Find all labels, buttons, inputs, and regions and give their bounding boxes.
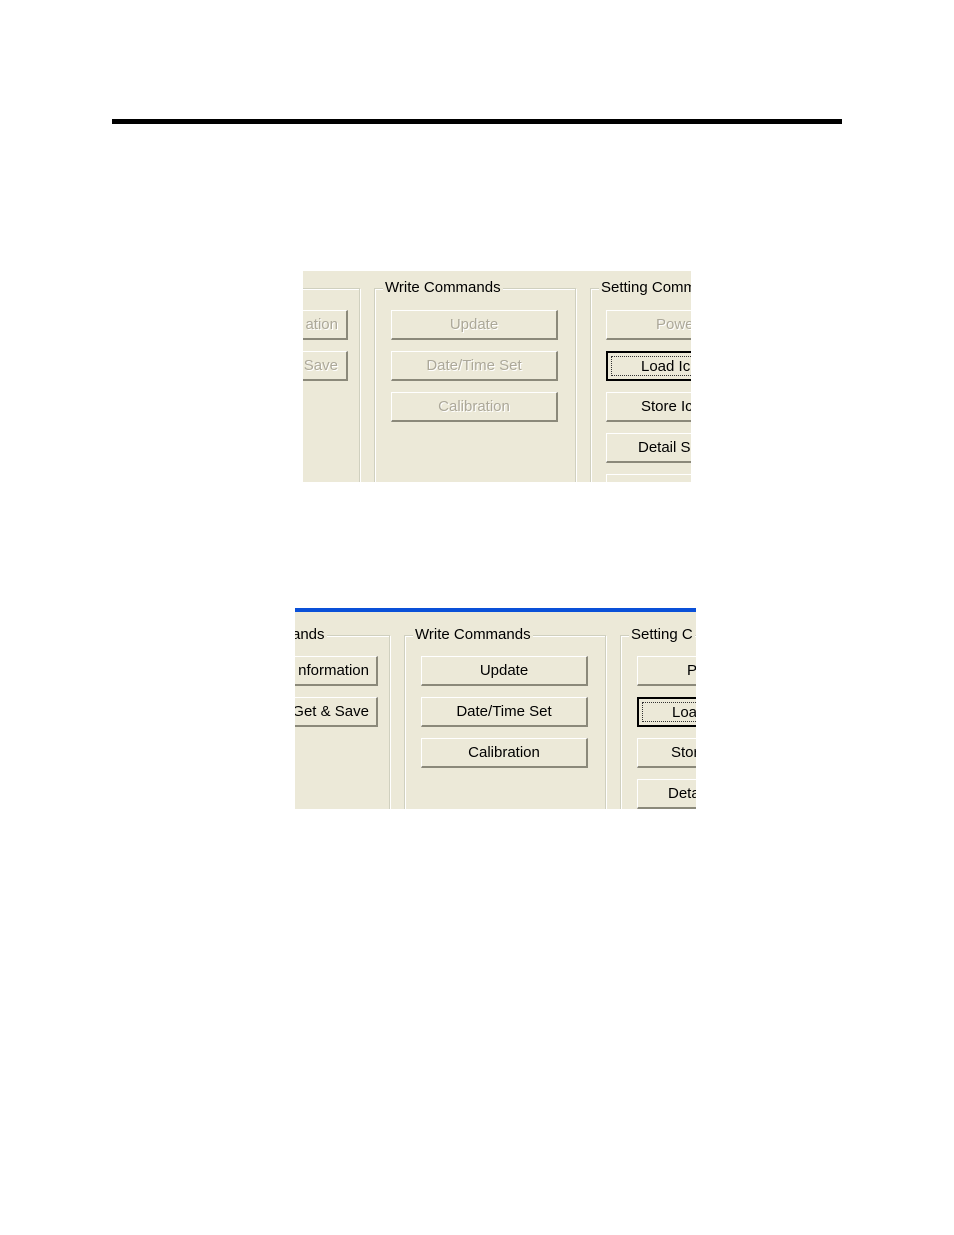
store-button[interactable]: Store Ic (606, 392, 691, 422)
get-save-button[interactable]: Save (303, 351, 348, 381)
detail-setting-button[interactable]: Detail S (606, 433, 691, 463)
store-button[interactable]: Stor (637, 738, 696, 768)
update-button[interactable]: Update (391, 310, 558, 340)
focus-ring (642, 702, 696, 722)
button-label: Save (303, 357, 338, 374)
group-label-read-commands: ands (295, 626, 327, 644)
update-button[interactable]: Update (421, 656, 588, 686)
group-label-write-commands: Write Commands (383, 279, 503, 297)
information-button[interactable]: ation (303, 310, 348, 340)
button-label: nformation (298, 662, 369, 679)
screenshot-disabled-state: ation Save Write Commands Update Date/Ti… (303, 271, 691, 482)
power-button[interactable]: P (637, 656, 696, 686)
group-label-setting-commands: Setting Comm (599, 279, 691, 297)
load-button[interactable]: Load Ic (606, 351, 691, 381)
next-setting-button[interactable] (606, 474, 691, 482)
detail-setting-button[interactable]: Deta (637, 779, 696, 809)
date-time-set-button[interactable]: Date/Time Set (421, 697, 588, 727)
power-button[interactable]: Powe (606, 310, 691, 340)
group-label-write-commands: Write Commands (413, 626, 533, 644)
focus-ring (611, 356, 691, 376)
load-button[interactable]: Loa (637, 697, 696, 727)
get-save-button[interactable]: Get & Save (295, 697, 378, 727)
calibration-button[interactable]: Calibration (421, 738, 588, 768)
header-rule (112, 119, 842, 124)
calibration-button[interactable]: Calibration (391, 392, 558, 422)
date-time-set-button[interactable]: Date/Time Set (391, 351, 558, 381)
button-label: Get & Save (295, 703, 369, 720)
information-button[interactable]: nformation (295, 656, 378, 686)
group-label-setting-commands: Setting C (629, 626, 695, 644)
window-titlebar (295, 608, 696, 612)
button-label: ation (305, 316, 338, 333)
screenshot-enabled-state: ands nformation Get & Save Write Command… (295, 608, 696, 809)
